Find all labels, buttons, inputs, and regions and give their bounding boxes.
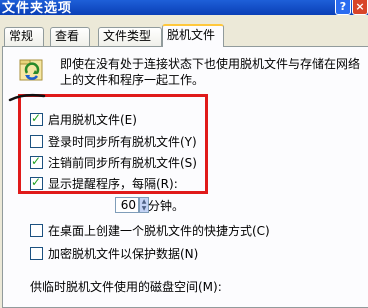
title-bar: 文件夹选项 ? × bbox=[0, 0, 368, 16]
tab-file-types[interactable]: 文件类型 bbox=[98, 27, 162, 46]
help-button[interactable]: ? bbox=[335, 0, 351, 15]
close-button[interactable]: × bbox=[352, 0, 368, 15]
encrypt-checkbox[interactable] bbox=[30, 247, 43, 260]
tab-general[interactable]: 常规 bbox=[4, 27, 44, 46]
disk-space-label: 供临时脱机文件使用的磁盘空间(M): bbox=[30, 280, 222, 294]
desktop-shortcut-checkbox[interactable] bbox=[30, 224, 43, 237]
show-reminder-label: 显示提醒程序，每隔(R): bbox=[48, 177, 178, 191]
sync-at-logoff-checkbox[interactable] bbox=[30, 154, 43, 169]
enable-offline-label: 启用脱机文件(E) bbox=[48, 113, 137, 127]
sync-at-logon-label: 登录时同步所有脱机文件(Y) bbox=[48, 135, 197, 149]
description-text: 即使在没有处于连接状态下也使用脱机文件与存储在网络上的文件和程序一起工作。 bbox=[60, 57, 361, 87]
show-reminder-checkbox[interactable] bbox=[30, 175, 43, 190]
reminder-interval-input[interactable]: 60 bbox=[115, 197, 139, 213]
sync-at-logon-checkbox[interactable] bbox=[30, 135, 43, 148]
reminder-interval-unit: 分钟。 bbox=[148, 199, 185, 213]
tab-offline-files[interactable]: 脱机文件 bbox=[162, 24, 224, 47]
window-title: 文件夹选项 bbox=[2, 1, 73, 16]
annotation-scribble bbox=[8, 93, 46, 102]
encrypt-label: 加密脱机文件以保护数据(N) bbox=[48, 247, 199, 261]
sync-at-logoff-label: 注销前同步所有脱机文件(S) bbox=[48, 156, 197, 170]
desktop-shortcut-label: 在桌面上创建一个脱机文件的快捷方式(C) bbox=[48, 224, 270, 238]
offline-files-icon bbox=[18, 56, 46, 86]
tab-view[interactable]: 查看 bbox=[50, 27, 90, 46]
enable-offline-checkbox[interactable] bbox=[30, 111, 43, 126]
